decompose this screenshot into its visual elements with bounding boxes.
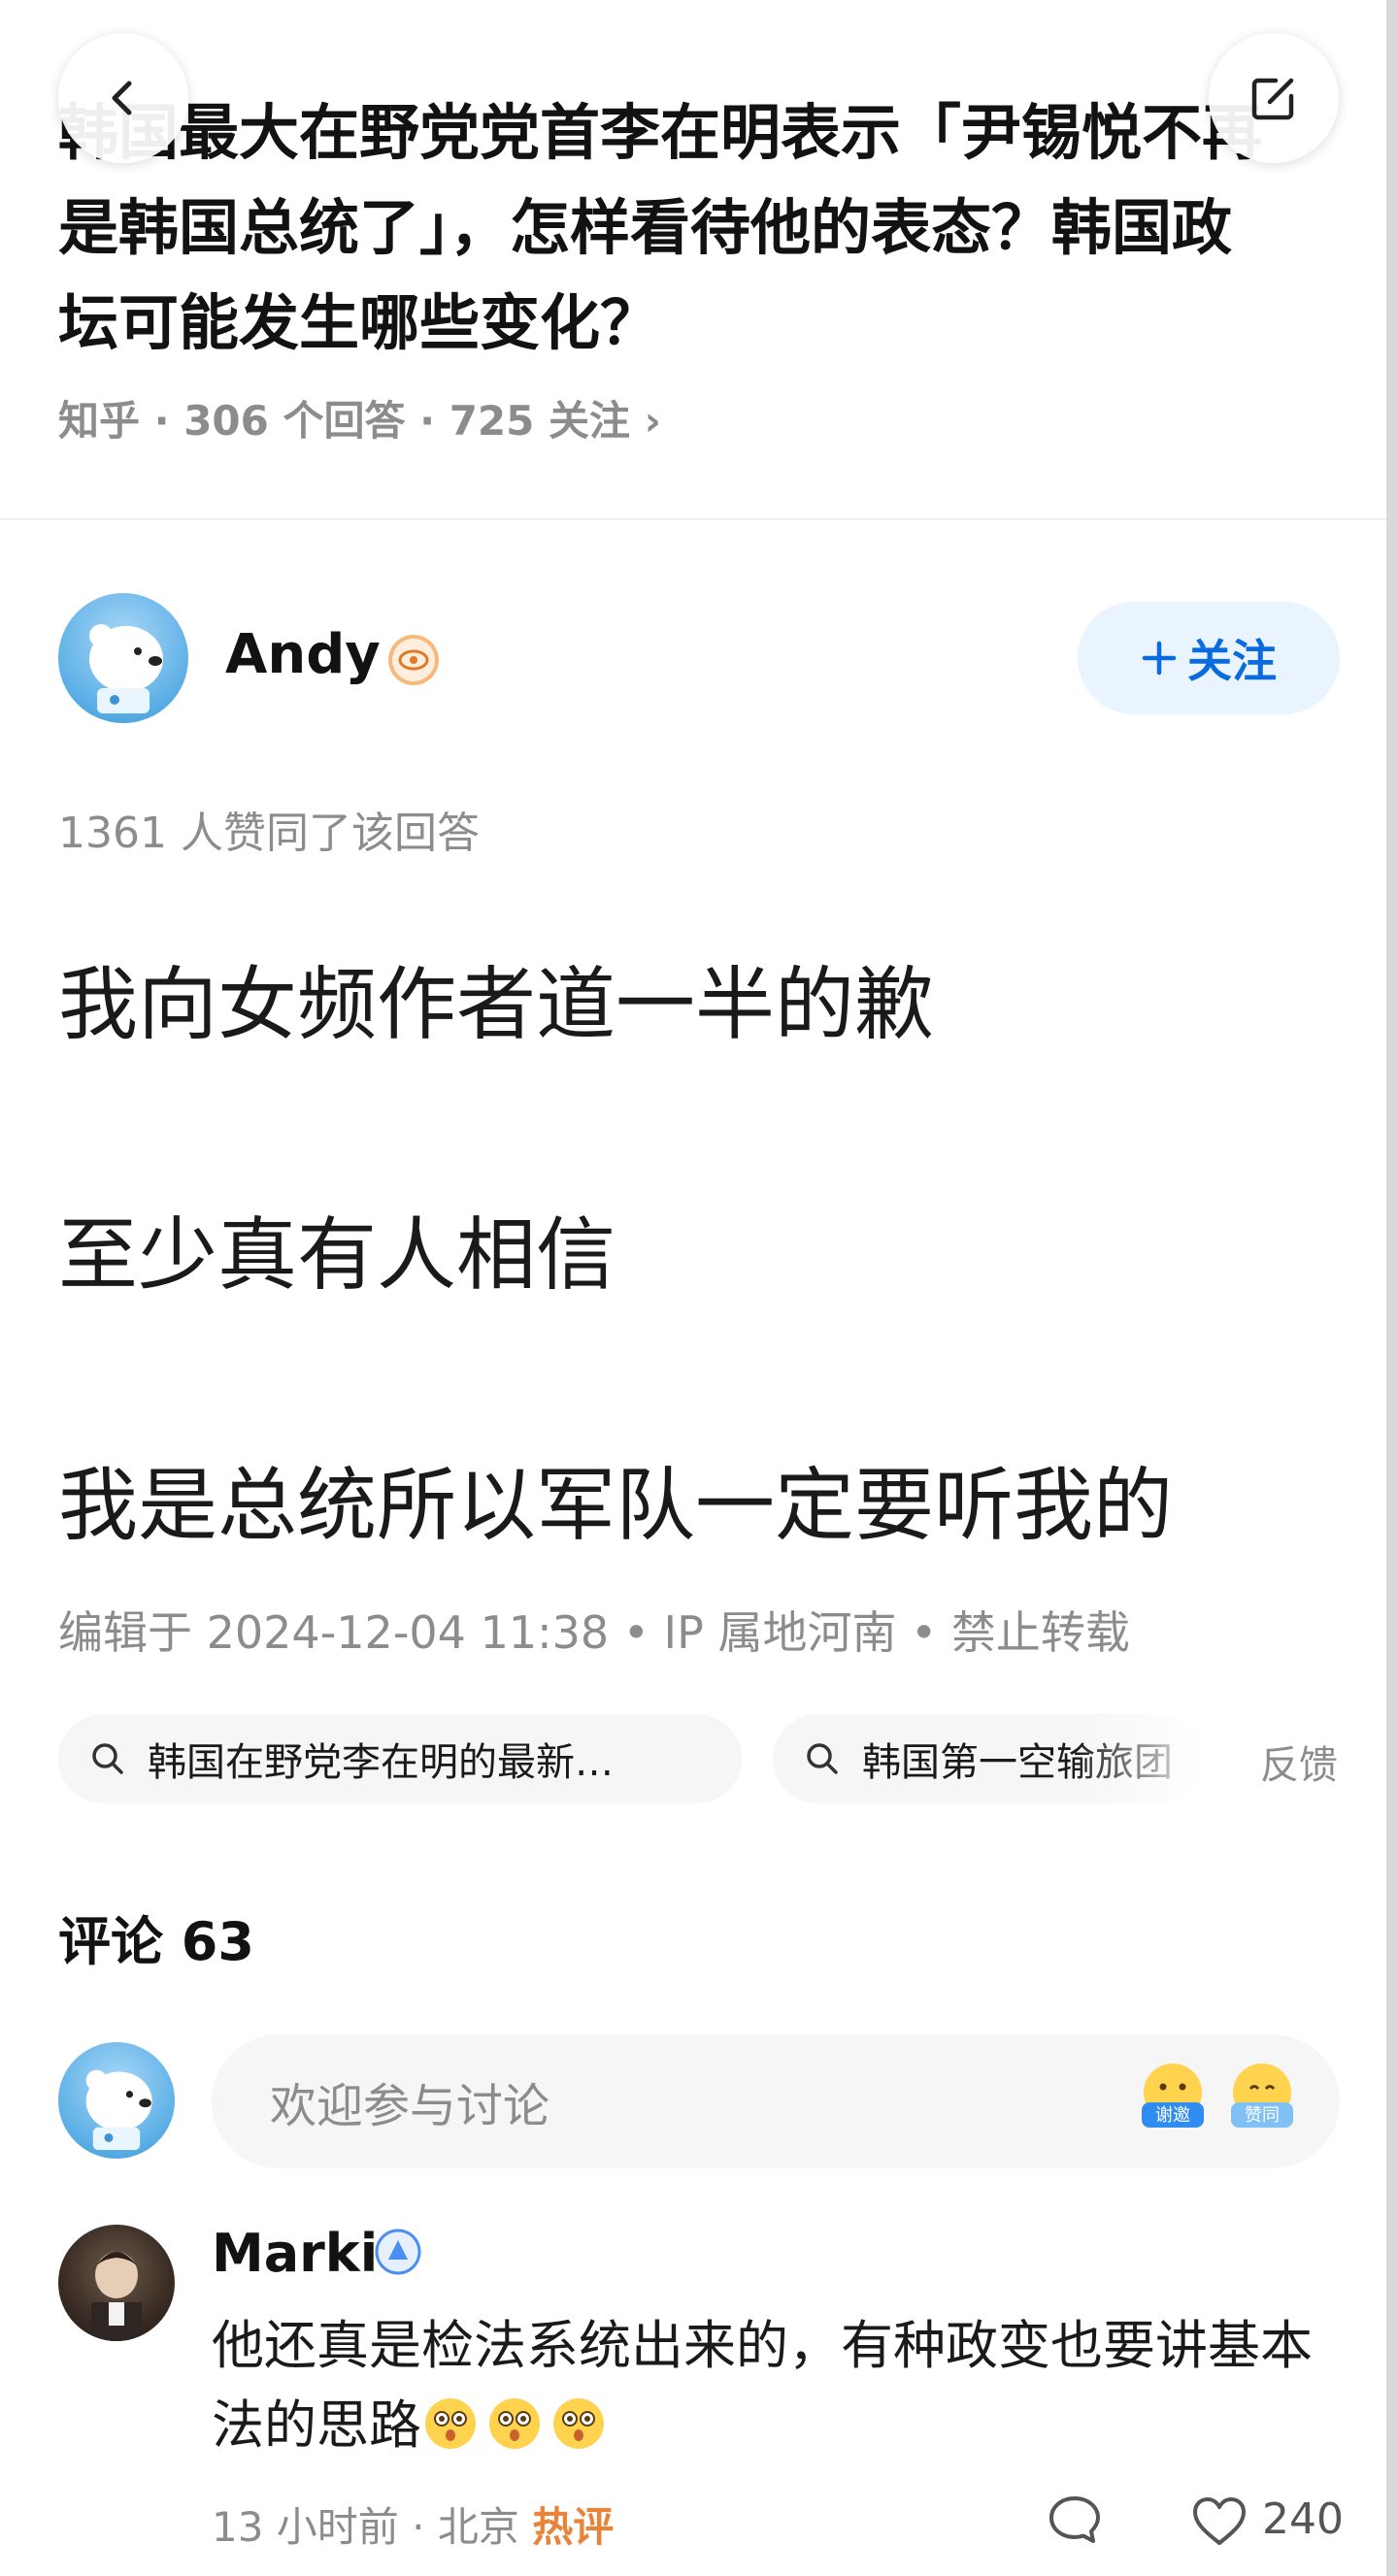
answer-paragraph: 至少真有人相信 — [58, 1209, 616, 1302]
feedback-button[interactable]: 反馈 — [1260, 1734, 1338, 1790]
commenter-avatar[interactable] — [58, 2225, 175, 2341]
search-tag-label: 韩国在野党李在明的最新… — [148, 1740, 614, 1785]
agree-emoji-icon[interactable]: 赞同 — [1225, 2060, 1299, 2133]
agree-emoji-label: 赞同 — [1245, 2105, 1280, 2126]
comment-body: 他还真是检法系统出来的，有种政变也要讲基本法的思路 — [212, 2315, 1313, 2456]
hot-comment-tag: 热评 — [532, 2503, 615, 2551]
search-icon — [807, 1743, 838, 1774]
wow-emoji-icon — [553, 2398, 604, 2449]
edit-info: 编辑于 2024-12-04 11:38 • IP 属地河南 • 禁止转载 — [58, 1606, 1130, 1659]
bear-avatar-icon — [89, 624, 163, 713]
search-tag-label: 韩国第一空输旅团 — [862, 1740, 1173, 1785]
verified-badge-icon — [375, 2229, 421, 2275]
comment-meta: 13 小时前 · 北京 热评 — [212, 2503, 615, 2551]
search-icon — [92, 1743, 123, 1774]
search-tag[interactable]: 韩国第一空输旅团 — [773, 1714, 1206, 1803]
divider — [0, 518, 1386, 520]
edit-icon — [1251, 78, 1294, 120]
comment-text: 他还真是检法系统出来的，有种政变也要讲基本法的思路 — [212, 2306, 1357, 2465]
eye-badge-icon — [388, 635, 439, 685]
comment-placeholder: 欢迎参与讨论 — [270, 2079, 550, 2133]
author-name[interactable]: Andy — [225, 623, 381, 686]
follow-button[interactable]: 关注 — [1078, 602, 1340, 714]
thanks-emoji-label: 谢邀 — [1155, 2105, 1190, 2126]
wow-emoji-icon — [425, 2398, 476, 2449]
bear-avatar-icon — [85, 2069, 152, 2151]
plus-icon — [1142, 641, 1177, 676]
heart-icon[interactable] — [1190, 2494, 1248, 2549]
question-meta[interactable]: 知乎 · 306 个回答 · 725 关注 › — [58, 388, 661, 447]
character-avatar-icon — [91, 2252, 142, 2341]
wow-emoji-icon — [489, 2398, 540, 2449]
comment-location: 北京 — [437, 2503, 519, 2551]
back-button[interactable] — [58, 33, 188, 163]
comment-icon[interactable] — [1047, 2493, 1103, 2547]
answer-paragraph: 我向女频作者道一半的歉 — [58, 959, 935, 1051]
search-tag[interactable]: 韩国在野党李在明的最新… — [58, 1714, 742, 1803]
my-avatar[interactable] — [58, 2042, 175, 2159]
write-answer-button[interactable] — [1209, 33, 1339, 163]
commenter-name[interactable]: Marki — [212, 2223, 378, 2284]
question-title[interactable]: 韩国最大在野党党首李在明表示「尹锡悦不再是韩国总统了」，怎样看待他的表态？韩国政… — [58, 85, 1282, 371]
back-arrow-icon — [112, 81, 132, 116]
answer-likes[interactable]: 1361 人赞同了该回答 — [58, 798, 480, 860]
comment-time: 13 小时前 — [212, 2503, 399, 2551]
follow-label: 关注 — [1187, 635, 1277, 687]
thanks-emoji-icon[interactable]: 谢邀 — [1136, 2060, 1210, 2133]
comments-title: 评论 63 — [58, 1911, 254, 1972]
like-count: 240 — [1262, 2494, 1344, 2544]
answer-paragraph: 我是总统所以军队一定要听我的 — [58, 1460, 1174, 1552]
scrollbar[interactable] — [1386, 0, 1398, 2576]
author-avatar[interactable] — [58, 593, 188, 723]
